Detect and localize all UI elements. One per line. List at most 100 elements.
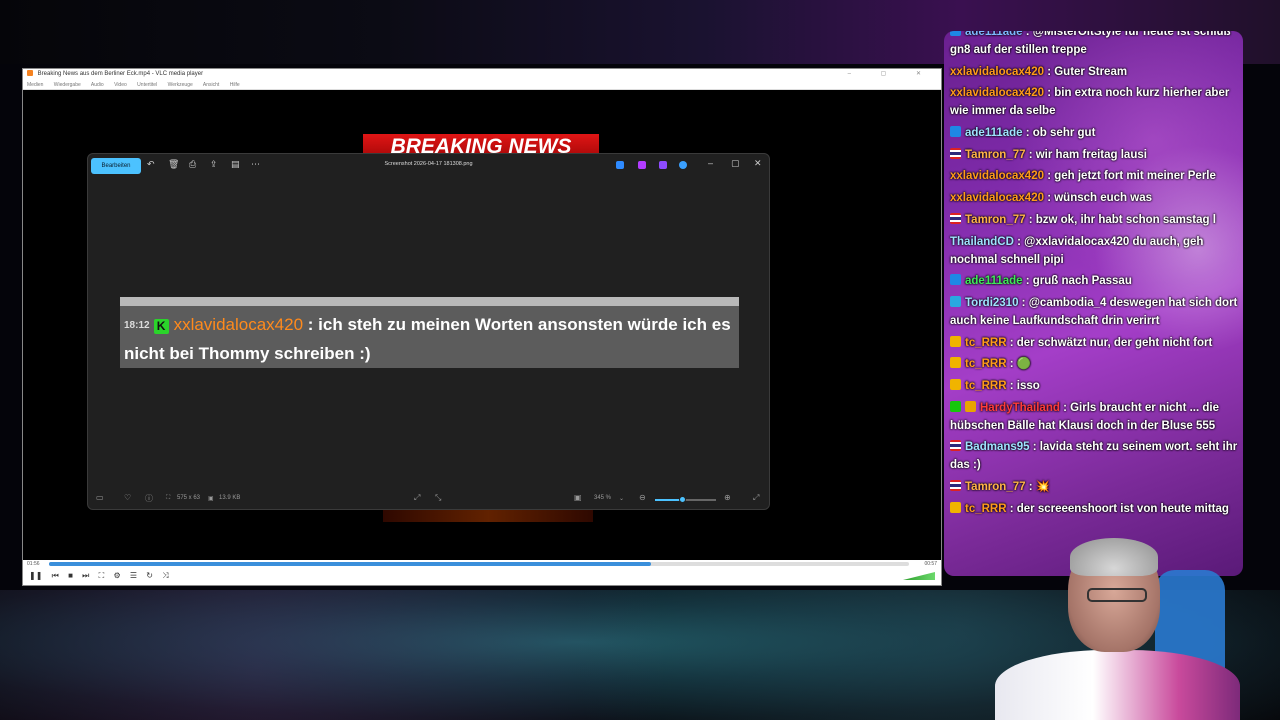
chat-message: xxlavidalocax420 : Guter Stream bbox=[950, 63, 1240, 81]
app-icon-1[interactable] bbox=[616, 161, 624, 169]
info-icon[interactable]: ⓘ bbox=[145, 493, 153, 504]
zoom-slider-knob[interactable] bbox=[679, 496, 687, 503]
streamer-shirt bbox=[995, 650, 1240, 720]
chat-username[interactable]: HardyThailand bbox=[980, 402, 1060, 414]
chat-panel: ade111ade : @MisterOltStyle für heute is… bbox=[944, 31, 1243, 576]
chat-username[interactable]: tc_RRR bbox=[965, 380, 1007, 392]
shuffle-icon[interactable]: ⤨ bbox=[162, 571, 168, 581]
actual-size-icon[interactable]: ⤡ bbox=[435, 493, 441, 503]
menu-wiedergabe[interactable]: Wiedergabe bbox=[54, 82, 81, 88]
subscriber-badge-icon bbox=[950, 274, 961, 286]
chat-message: tc_RRR : der screeenshoort ist von heute… bbox=[950, 500, 1240, 518]
image-chat-username: xxlavidalocax420 bbox=[173, 315, 304, 334]
chat-text: : bzw ok, ihr habt schon samstag l bbox=[1025, 213, 1216, 226]
thai-flag-icon bbox=[950, 147, 961, 159]
chat-message: Badmans95 : lavida steht zu seinem wort.… bbox=[950, 438, 1240, 474]
chat-username[interactable]: xxlavidalocax420 bbox=[950, 170, 1044, 182]
crown-badge-icon bbox=[950, 335, 961, 347]
vlc-titlebar: Breaking News aus dem Berliner Eck.mp4 -… bbox=[23, 69, 941, 80]
chat-username[interactable]: tc_RRR bbox=[965, 337, 1007, 349]
menu-ansicht[interactable]: Ansicht bbox=[203, 82, 219, 88]
window-controls[interactable]: – ▢ ✕ bbox=[848, 69, 935, 80]
menu-hilfe[interactable]: Hilfe bbox=[230, 82, 240, 88]
image-chat-time: 18:12 bbox=[124, 320, 150, 331]
chat-username[interactable]: Tamron_77 bbox=[965, 149, 1026, 161]
loop-icon[interactable]: ↻ bbox=[146, 571, 153, 580]
menu-video[interactable]: Video bbox=[114, 82, 127, 88]
app-icon-3[interactable] bbox=[659, 161, 667, 169]
menu-untertitel[interactable]: Untertitel bbox=[137, 82, 157, 88]
chat-username[interactable]: tc_RRR bbox=[965, 503, 1007, 515]
thai-flag-icon bbox=[950, 440, 961, 452]
zoom-slider[interactable] bbox=[655, 496, 716, 503]
playlist-icon[interactable]: ☰ bbox=[130, 571, 137, 580]
chat-message: Tamron_77 : 💥 bbox=[950, 478, 1240, 496]
menu-audio[interactable]: Audio bbox=[91, 82, 104, 88]
maximize-icon[interactable]: ▢ bbox=[731, 158, 740, 169]
chat-text: : wünsch euch was bbox=[1044, 192, 1152, 205]
chat-username[interactable]: ade111ade bbox=[965, 127, 1023, 139]
vlc-menubar: Medien Wiedergabe Audio Video Untertitel… bbox=[23, 80, 941, 90]
chat-username[interactable]: ade111ade bbox=[965, 275, 1023, 287]
menu-werkzeuge[interactable]: Werkzeuge bbox=[168, 82, 193, 88]
stop-icon[interactable]: ■ bbox=[68, 571, 73, 580]
chat-username[interactable]: ThailandCD bbox=[950, 236, 1014, 248]
app-icon-2[interactable] bbox=[638, 161, 646, 169]
chat-text: : 🟢 bbox=[1006, 358, 1032, 371]
chat-username[interactable]: xxlavidalocax420 bbox=[950, 192, 1044, 204]
crown-badge-icon bbox=[950, 357, 961, 369]
globe-badge-icon bbox=[950, 295, 961, 307]
chat-message: tc_RRR : isso bbox=[950, 377, 1240, 395]
chat-text: : der screeenshoort ist von heute mittag bbox=[1006, 502, 1229, 515]
vlc-title: Breaking News aus dem Berliner Eck.mp4 -… bbox=[37, 71, 204, 77]
chat-text: : 💥 bbox=[1025, 481, 1051, 493]
onedrive-icon[interactable] bbox=[679, 161, 687, 169]
filmstrip-icon[interactable]: ▭ bbox=[96, 493, 104, 502]
chat-username[interactable]: xxlavidalocax420 bbox=[950, 66, 1044, 78]
photo-canvas[interactable]: 18:12 Kxxlavidalocax420 : ich steh zu mei… bbox=[120, 297, 739, 368]
chat-username[interactable]: Tordi2310 bbox=[965, 297, 1018, 309]
menu-medien[interactable]: Medien bbox=[27, 82, 43, 88]
close-icon[interactable]: ✕ bbox=[754, 158, 762, 169]
fullscreen-icon[interactable]: ⤢ bbox=[753, 493, 759, 503]
settings-icon[interactable]: ⚙ bbox=[113, 571, 120, 580]
minimize-icon[interactable]: – bbox=[708, 158, 713, 168]
chat-text: : isso bbox=[1006, 379, 1040, 392]
zoom-in-icon[interactable]: ⊕ bbox=[724, 493, 731, 502]
pause-icon[interactable]: ❚❚ bbox=[29, 571, 42, 580]
zoom-fit-icon[interactable]: ▣ bbox=[574, 493, 582, 502]
chat-username[interactable]: xxlavidalocax420 bbox=[950, 87, 1044, 99]
verified-badge-icon bbox=[950, 400, 961, 412]
chat-username[interactable]: Tamron_77 bbox=[965, 481, 1026, 493]
dimensions-icon: ⛶ bbox=[166, 495, 171, 501]
chat-text: : wir ham freitag lausi bbox=[1025, 148, 1147, 161]
photos-statusbar: ▭ ♡ ⓘ ⛶ 575 x 63 ▣ 13.9 KB ⤢ ⤡ ▣ 345 % ⌄… bbox=[88, 491, 769, 509]
volume-slider[interactable] bbox=[903, 572, 935, 580]
chevron-down-icon[interactable]: ⌄ bbox=[619, 495, 624, 502]
zoom-out-icon[interactable]: ⊖ bbox=[639, 493, 646, 502]
zoom-level[interactable]: 345 % bbox=[594, 495, 611, 501]
chat-text: : der schwätzt nur, der geht nicht fort bbox=[1006, 336, 1213, 349]
thai-flag-icon bbox=[950, 480, 961, 491]
crown-badge-icon bbox=[950, 378, 961, 390]
vlc-controls: 01:56 00:57 ❚❚ ⏮ ■ ⏭ ⛶ ⚙ ☰ ↻ ⤨ bbox=[23, 560, 941, 585]
time-elapsed: 01:56 bbox=[27, 561, 40, 567]
fullscreen-icon[interactable]: ⛶ bbox=[99, 571, 105, 581]
chat-message: tc_RRR : 🟢 bbox=[950, 355, 1240, 373]
fit-icon[interactable]: ⤢ bbox=[414, 493, 420, 503]
chat-username[interactable]: ade111ade bbox=[965, 31, 1023, 38]
time-total: 00:57 bbox=[924, 561, 937, 567]
chat-text: : Guter Stream bbox=[1044, 65, 1128, 78]
image-dimensions: 575 x 63 bbox=[177, 495, 201, 501]
chat-username[interactable]: Badmans95 bbox=[965, 441, 1030, 453]
seek-bar[interactable] bbox=[49, 562, 909, 566]
webcam-overlay bbox=[975, 530, 1245, 720]
chat-username[interactable]: tc_RRR bbox=[965, 358, 1007, 370]
next-icon[interactable]: ⏭ bbox=[82, 571, 89, 581]
streamer-glasses bbox=[1087, 588, 1147, 602]
chat-message: xxlavidalocax420 : bin extra noch kurz h… bbox=[950, 84, 1240, 120]
chat-username[interactable]: Tamron_77 bbox=[965, 214, 1026, 226]
image-top-strip bbox=[120, 297, 739, 306]
previous-icon[interactable]: ⏮ bbox=[52, 571, 59, 581]
favorite-icon[interactable]: ♡ bbox=[124, 493, 131, 502]
